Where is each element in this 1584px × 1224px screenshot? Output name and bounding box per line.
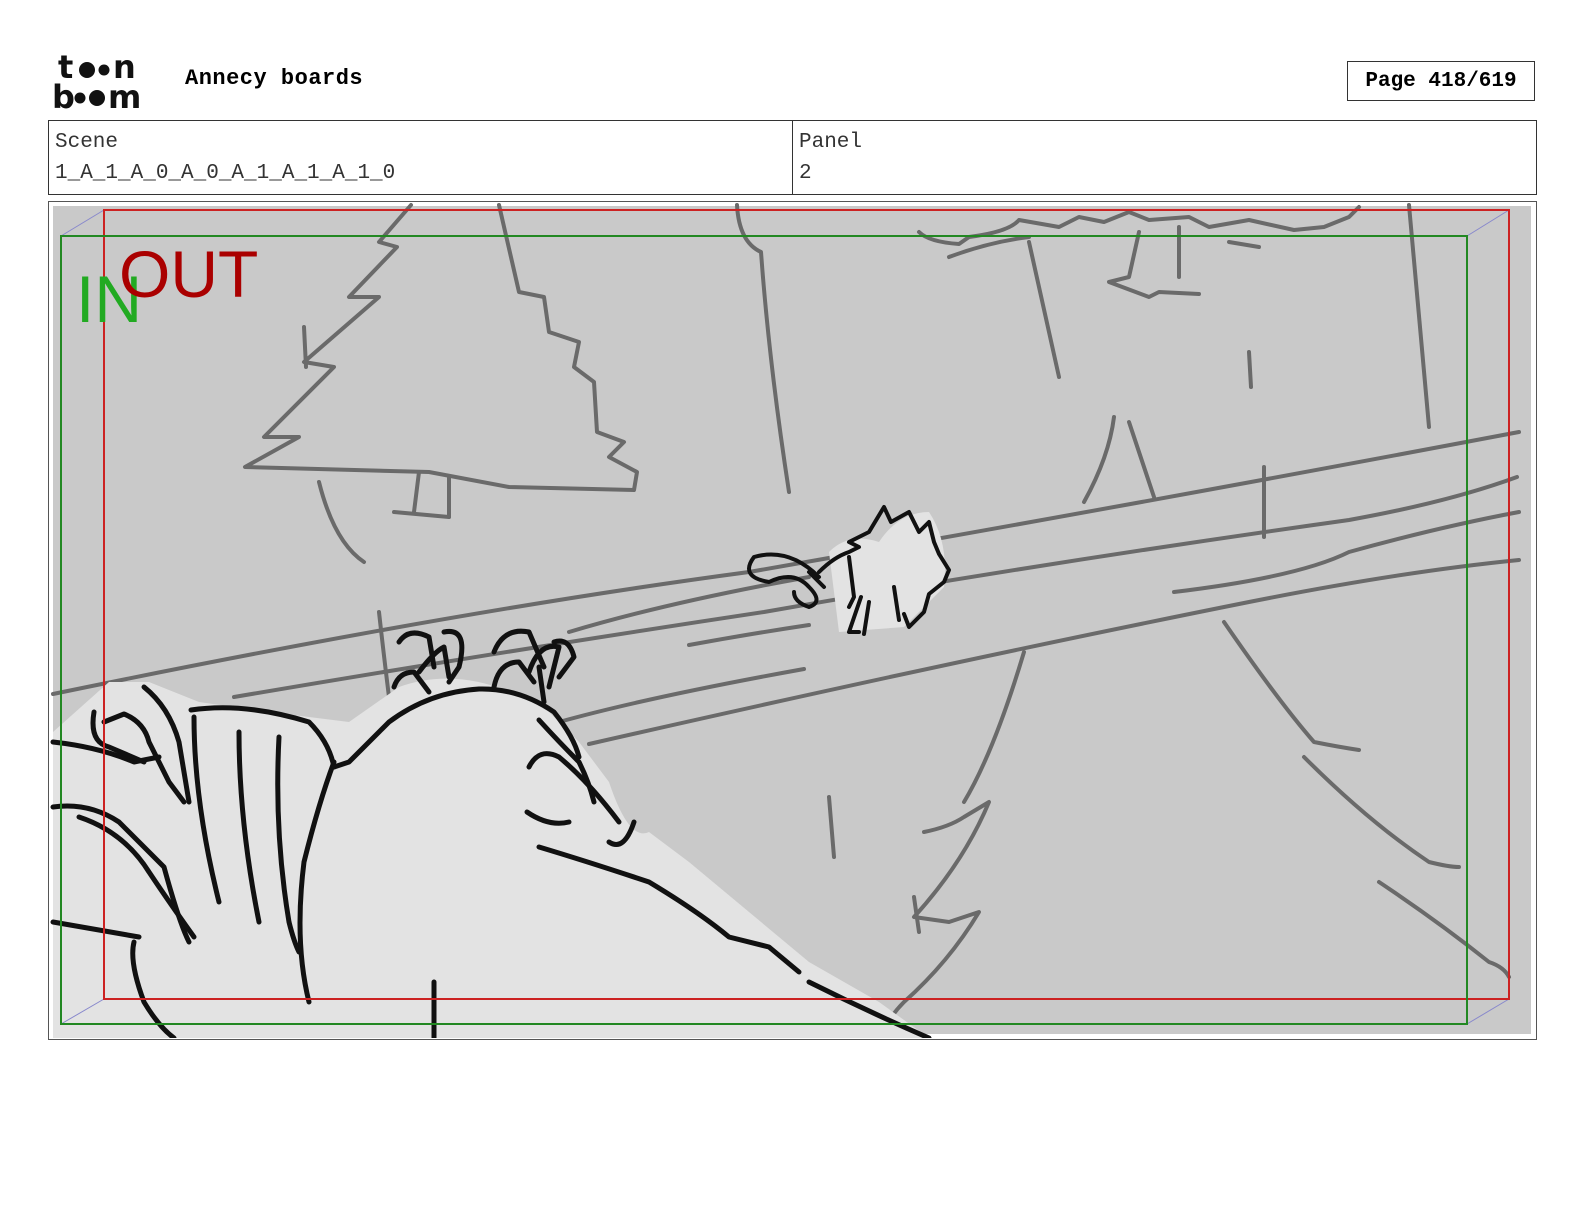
svg-text:m: m bbox=[108, 78, 141, 112]
scene-value: 1_A_1_A_0_A_0_A_1_A_1_A_1_0 bbox=[55, 162, 396, 185]
panel-cell: Panel 2 bbox=[792, 121, 1536, 194]
storyboard-panel: IN OUT bbox=[48, 201, 1537, 1040]
page-number: Page 418/619 bbox=[1347, 61, 1535, 101]
scene-label: Scene bbox=[55, 131, 119, 154]
scene-panel-info: Scene 1_A_1_A_0_A_0_A_1_A_1_A_1_0 Panel … bbox=[48, 120, 1537, 195]
scene-cell: Scene 1_A_1_A_0_A_0_A_1_A_1_A_1_0 bbox=[49, 121, 792, 194]
panel-label: Panel bbox=[799, 131, 863, 154]
project-title: Annecy boards bbox=[185, 66, 364, 91]
out-label: OUT bbox=[119, 237, 258, 311]
toon-boom-logo: t n b m bbox=[50, 48, 165, 116]
panel-value: 2 bbox=[799, 162, 812, 185]
svg-text:b: b bbox=[52, 78, 75, 112]
